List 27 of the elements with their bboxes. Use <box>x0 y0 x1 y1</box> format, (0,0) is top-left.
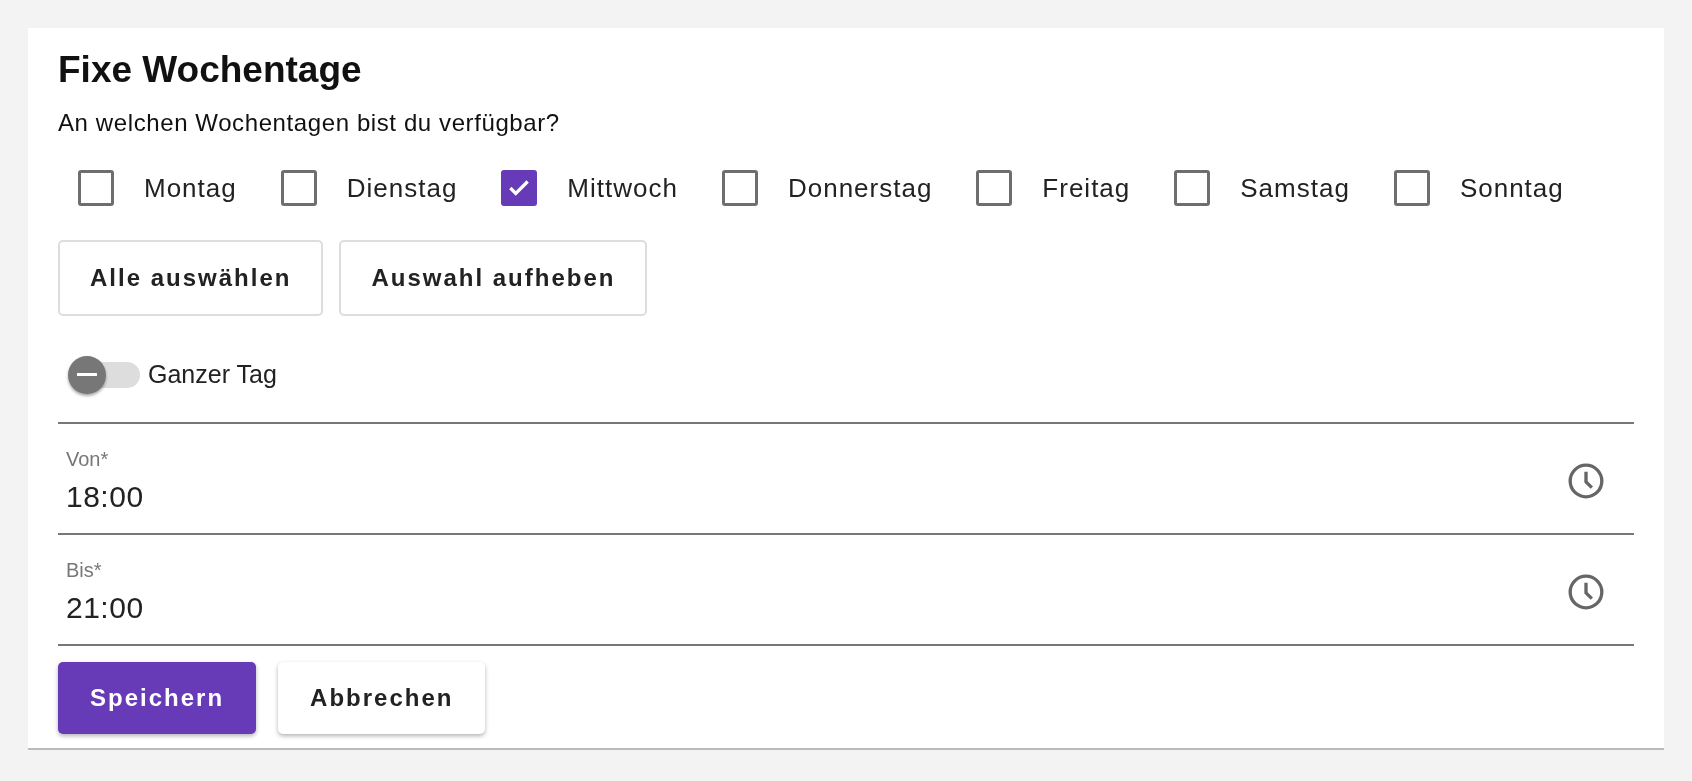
checkbox[interactable] <box>280 170 317 207</box>
checkbox-label: Sonntag <box>1459 171 1564 205</box>
form-title: Fixe Wochentage <box>58 50 363 91</box>
checkbox-label: Mittwoch <box>567 171 678 205</box>
cancel-button[interactable]: Abbrechen <box>278 661 486 734</box>
checkbox[interactable] <box>501 170 538 207</box>
selection-button[interactable]: Auswahl aufheben <box>339 239 648 316</box>
toggle-switch[interactable] <box>68 355 140 394</box>
checkbox[interactable] <box>1174 170 1211 207</box>
checkbox-label: Donnerstag <box>787 171 933 205</box>
checkbox-label: Freitag <box>1042 171 1131 205</box>
time-field[interactable]: 21:00 <box>66 584 1566 630</box>
field-label: Von* <box>66 446 110 472</box>
checkbox-label: Samstag <box>1240 171 1350 205</box>
checkbox[interactable] <box>721 170 758 207</box>
toggle-label: Ganzer Tag <box>148 358 277 390</box>
field-label: Bis* <box>66 557 103 583</box>
checkbox[interactable] <box>976 170 1013 207</box>
checkbox[interactable] <box>1393 170 1430 207</box>
checkbox-label: Montag <box>144 171 237 205</box>
question-text: An welchen Wochentagen bist du verfügbar? <box>58 107 561 138</box>
checkbox[interactable] <box>78 170 114 207</box>
minus-icon <box>77 372 97 377</box>
selection-button[interactable]: Alle auswählen <box>58 239 324 316</box>
time-field[interactable]: 18:00 <box>66 473 1566 519</box>
checkbox-label: Dienstag <box>346 171 458 205</box>
save-button[interactable]: Speichern <box>58 661 257 734</box>
